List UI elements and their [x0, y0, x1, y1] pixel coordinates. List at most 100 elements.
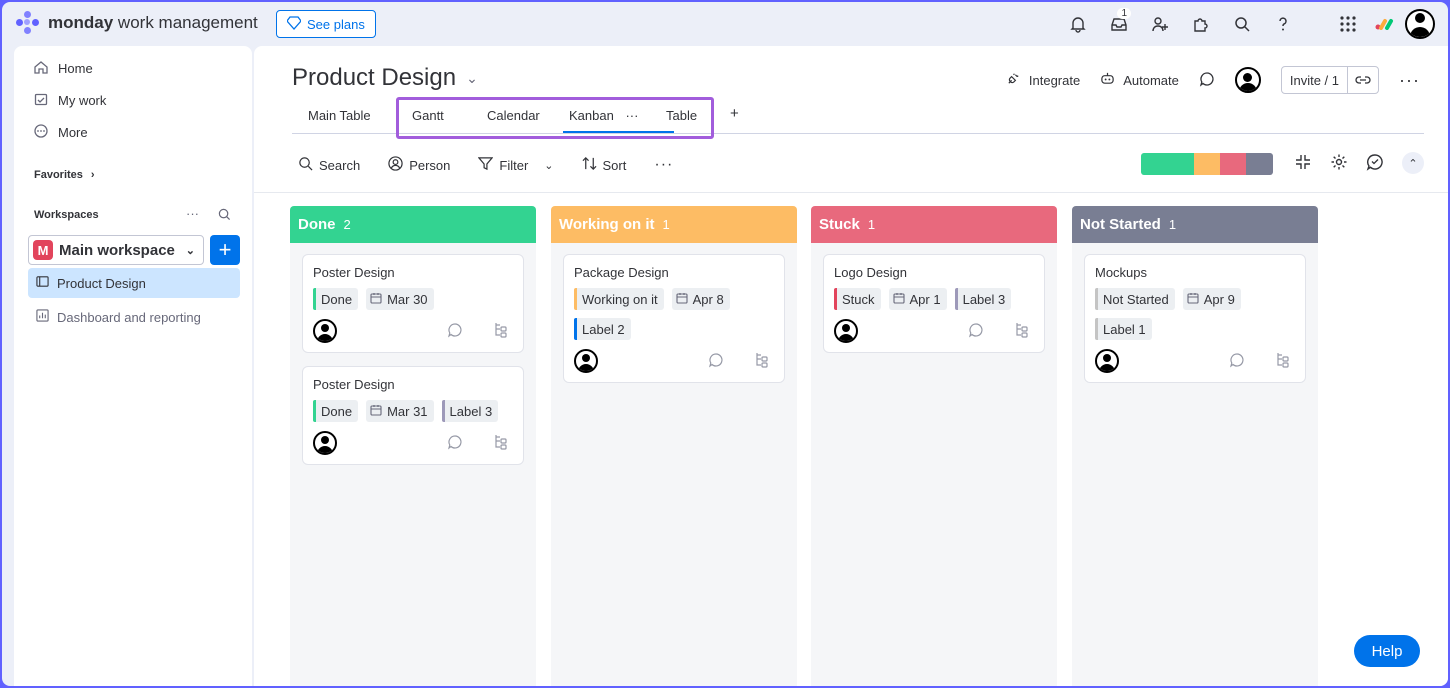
collapse-arrows-icon[interactable]	[1294, 153, 1312, 174]
comment-bubble-icon[interactable]	[447, 322, 463, 341]
date-tag[interactable]: Mar 30	[366, 288, 434, 310]
assignee-avatar[interactable]	[313, 319, 337, 343]
date-tag[interactable]: Apr 8	[671, 288, 730, 310]
status-tag[interactable]: Label 3	[954, 288, 1012, 310]
logo[interactable]: monday work management	[16, 11, 258, 35]
card-title: Mockups	[1095, 265, 1148, 280]
kanban-column: Done 2 Poster Design Done Mar 30 Poster Desig…	[290, 206, 536, 686]
monday-logo-icon	[16, 11, 40, 35]
subitems-icon[interactable]	[1014, 322, 1030, 341]
status-tag[interactable]: Label 2	[574, 318, 631, 340]
workspace-more-icon[interactable]: ···	[186, 206, 199, 221]
toolbar-more-icon[interactable]: ···	[654, 156, 673, 174]
kanban-column: Working on it 1 Package Design Working on i…	[551, 206, 797, 686]
kanban-card[interactable]: Package Design Working on it Apr 8 Label 2	[563, 254, 785, 383]
subitems-icon[interactable]	[1275, 352, 1291, 371]
subitems-icon[interactable]	[754, 352, 770, 371]
add-view-button[interactable]: +	[730, 105, 739, 122]
apps-puzzle-icon[interactable]	[1180, 8, 1221, 40]
status-tag[interactable]: Stuck	[834, 288, 881, 310]
chat-bubble-icon[interactable]	[1199, 71, 1215, 90]
search-button[interactable]: Search	[298, 156, 360, 174]
status-summary-done	[1141, 153, 1194, 175]
favorites-section[interactable]: Favorites ›	[34, 169, 95, 181]
column-header[interactable]: Not Started 1	[1072, 206, 1318, 243]
date-tag[interactable]: Mar 31	[366, 400, 434, 422]
workspace-search-icon[interactable]	[218, 208, 231, 224]
status-summary-bar[interactable]	[1141, 153, 1273, 175]
help-button[interactable]: Help	[1354, 635, 1420, 667]
column-title: Stuck	[819, 216, 860, 233]
person-icon	[388, 156, 403, 174]
kanban-card[interactable]: Poster Design Done Mar 31 Label 3	[302, 366, 524, 465]
sort-button[interactable]: Sort	[582, 156, 626, 174]
see-plans-button[interactable]: See plans	[276, 10, 376, 38]
status-tag[interactable]: Label 3	[441, 400, 499, 422]
brand-name: monday work management	[48, 13, 258, 32]
inbox-icon[interactable]: 1	[1098, 8, 1139, 40]
tag-color-bar	[574, 318, 577, 340]
home-icon	[34, 60, 48, 77]
monday-product-icon[interactable]	[1368, 8, 1402, 40]
copy-link-icon[interactable]	[1348, 72, 1378, 88]
app-window: monday work management See plans 1 Home …	[2, 2, 1448, 686]
status-tag[interactable]: Done	[313, 400, 359, 422]
status-tag[interactable]: Label 1	[1095, 318, 1152, 340]
status-summary-working	[1194, 153, 1220, 175]
column-header[interactable]: Working on it 1	[551, 206, 797, 243]
person-filter-button[interactable]: Person	[388, 156, 450, 174]
app-grid-icon[interactable]	[1327, 8, 1368, 40]
notifications-bell-icon[interactable]	[1057, 8, 1098, 40]
chevron-down-icon[interactable]: ⌄	[544, 159, 553, 172]
date-tag[interactable]: Apr 9	[1182, 288, 1241, 310]
sidebar-item-more[interactable]: More	[34, 124, 88, 141]
comment-bubble-icon[interactable]	[708, 352, 724, 371]
comment-bubble-icon[interactable]	[968, 322, 984, 341]
column-header[interactable]: Stuck 1	[811, 206, 1057, 243]
column-count: 2	[343, 217, 351, 232]
board-title[interactable]: Product Design ⌄	[292, 64, 478, 92]
column-count: 1	[662, 217, 670, 232]
sidebar-item-home[interactable]: Home	[34, 60, 93, 77]
comment-bubble-icon[interactable]	[1229, 352, 1245, 371]
comment-bubble-icon[interactable]	[447, 434, 463, 453]
status-tag[interactable]: Done	[313, 288, 359, 310]
assignee-avatar[interactable]	[834, 319, 858, 343]
tag-color-bar	[313, 400, 316, 422]
invite-button[interactable]: Invite / 1	[1280, 66, 1380, 94]
subitems-icon[interactable]	[493, 434, 509, 453]
invite-members-icon[interactable]	[1139, 8, 1180, 40]
board-more-menu-icon[interactable]: ···	[1399, 70, 1420, 91]
assignee-avatar[interactable]	[1095, 349, 1119, 373]
feedback-chat-icon[interactable]	[1366, 153, 1384, 174]
tab-main-table[interactable]: Main Table	[308, 108, 371, 123]
kanban-card[interactable]: Poster Design Done Mar 30	[302, 254, 524, 353]
sidebar-item-my-work[interactable]: My work	[34, 92, 106, 109]
workspace-selector[interactable]: M Main workspace ⌄	[28, 235, 204, 265]
status-summary-not-started	[1246, 153, 1273, 175]
chevron-up-icon[interactable]: ⌃	[1402, 152, 1424, 174]
add-workspace-item-button[interactable]: +	[210, 235, 240, 265]
user-avatar[interactable]	[1402, 8, 1438, 40]
workspace-badge: M	[33, 240, 53, 260]
status-tag[interactable]: Not Started	[1095, 288, 1175, 310]
sidebar-item-dashboard-reporting[interactable]: Dashboard and reporting	[28, 302, 240, 332]
automate-button[interactable]: Automate	[1100, 71, 1179, 89]
assignee-avatar[interactable]	[574, 349, 598, 373]
help-question-icon[interactable]	[1262, 8, 1303, 40]
calendar-icon	[1187, 292, 1199, 307]
status-tag[interactable]: Working on it	[574, 288, 664, 310]
date-tag[interactable]: Apr 1	[888, 288, 947, 310]
column-header[interactable]: Done 2	[290, 206, 536, 243]
integrate-button[interactable]: Integrate	[1006, 71, 1080, 89]
subitems-icon[interactable]	[493, 322, 509, 341]
board-owner-avatar[interactable]	[1234, 67, 1261, 93]
assignee-avatar[interactable]	[313, 431, 337, 455]
filter-button[interactable]: Filter ⌄	[478, 156, 554, 174]
sidebar-item-product-design[interactable]: Product Design	[28, 268, 240, 298]
settings-gear-icon[interactable]	[1330, 153, 1348, 174]
kanban-card[interactable]: Logo Design Stuck Apr 1 Label 3	[823, 254, 1045, 353]
search-icon[interactable]	[1221, 8, 1262, 40]
kanban-card[interactable]: Mockups Not Started Apr 9 Label 1	[1084, 254, 1306, 383]
kanban-column: Not Started 1 Mockups Not Started Apr 9 Label…	[1072, 206, 1318, 686]
